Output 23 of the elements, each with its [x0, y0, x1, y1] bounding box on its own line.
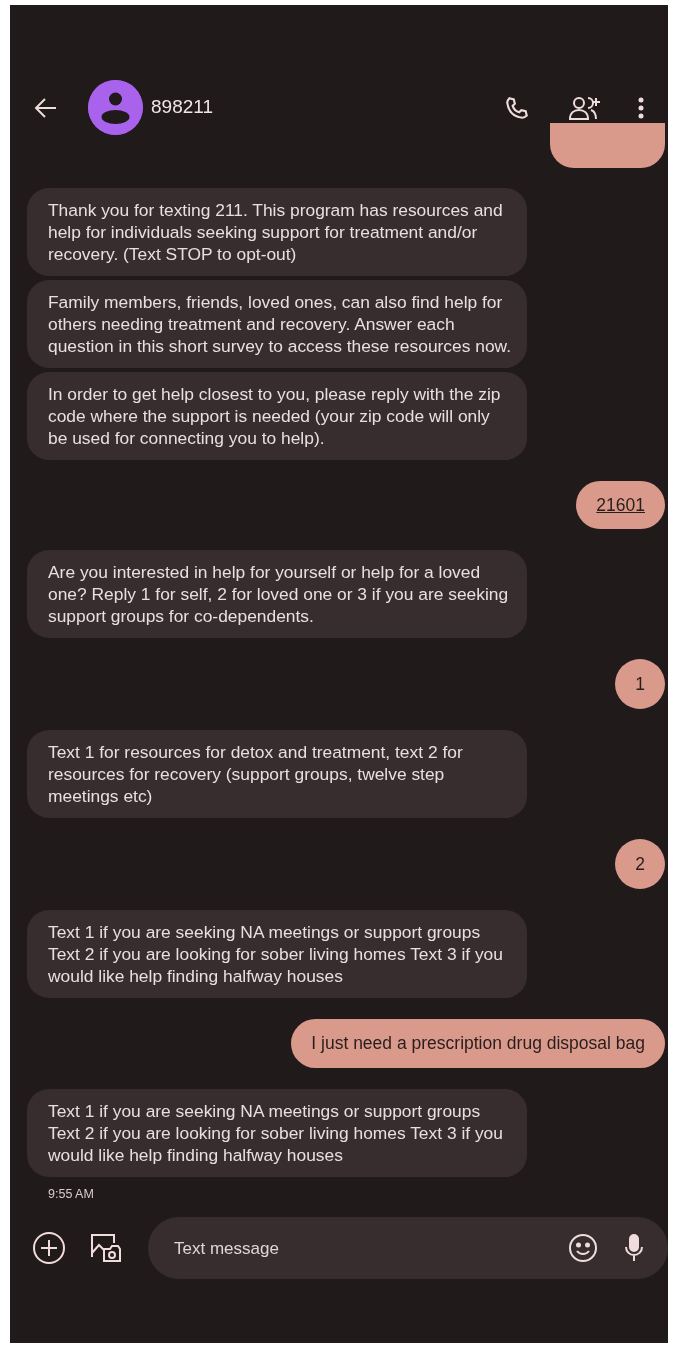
message-bubble: Text 1 if you are seeking NA meetings or support groups Text 2 if you are looking for sober living homes Text 3 if you would like help finding halfway houses	[27, 1088, 527, 1177]
more-icon[interactable]	[638, 96, 644, 119]
back-icon[interactable]	[34, 96, 58, 119]
avatar-icon	[88, 80, 143, 135]
add-contact-icon[interactable]	[568, 94, 602, 121]
add-icon[interactable]	[32, 1231, 66, 1266]
phone-icon[interactable]	[504, 94, 530, 121]
message-bubble: Thank you for texting 211. This program has resources and help for individuals seeking support for treatment and/or recovery. (Text STOP to opt-out)	[27, 188, 527, 276]
message-bubble: Family members, friends, loved ones, can also find help for others needing treatment and recovery. Answer each question in this short survey to access these resources now.	[27, 280, 527, 368]
message-field[interactable]: Text message	[172, 1234, 568, 1262]
message-bubble: Are you interested in help for yourself or help for a loved one? Reply 1 for self, 2 for loved one or 3 if you are seeking support groups for co-dependents.	[27, 550, 527, 639]
message-bubble: 1	[615, 659, 665, 710]
message-bubble: 21601	[576, 481, 665, 530]
message-bubble: Text 1 for resources for detox and treatment, text 2 for resources for recovery (support groups, twelve step meetings etc)	[27, 730, 527, 819]
microphone-icon[interactable]	[624, 1233, 644, 1264]
emoji-icon[interactable]	[568, 1233, 598, 1264]
timestamp: 9:55 AM	[48, 1185, 95, 1203]
message-bubble: In order to get help closest to you, please reply with the zip code where the support is needed (your zip code will only be used for connecting you to help).	[27, 372, 527, 460]
message-bubble: Text 1 if you are seeking NA meetings or support groups Text 2 if you are looking for sober living homes Text 3 if you would like help finding halfway houses	[27, 910, 527, 999]
message-field[interactable]: Text message	[148, 1217, 668, 1280]
message-bubble: 2	[615, 839, 665, 890]
contact-name: 898211	[151, 95, 213, 120]
message-bubble: I just need a prescription drug disposal bag	[291, 1019, 665, 1068]
